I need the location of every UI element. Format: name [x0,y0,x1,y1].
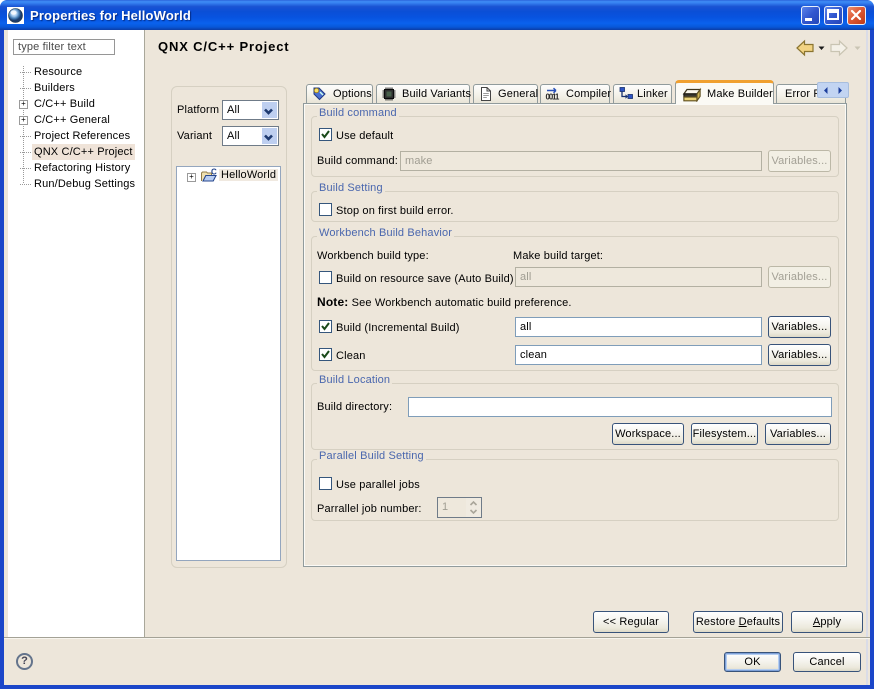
svg-text:C: C [211,168,217,177]
svg-text:0011: 0011 [546,93,560,102]
